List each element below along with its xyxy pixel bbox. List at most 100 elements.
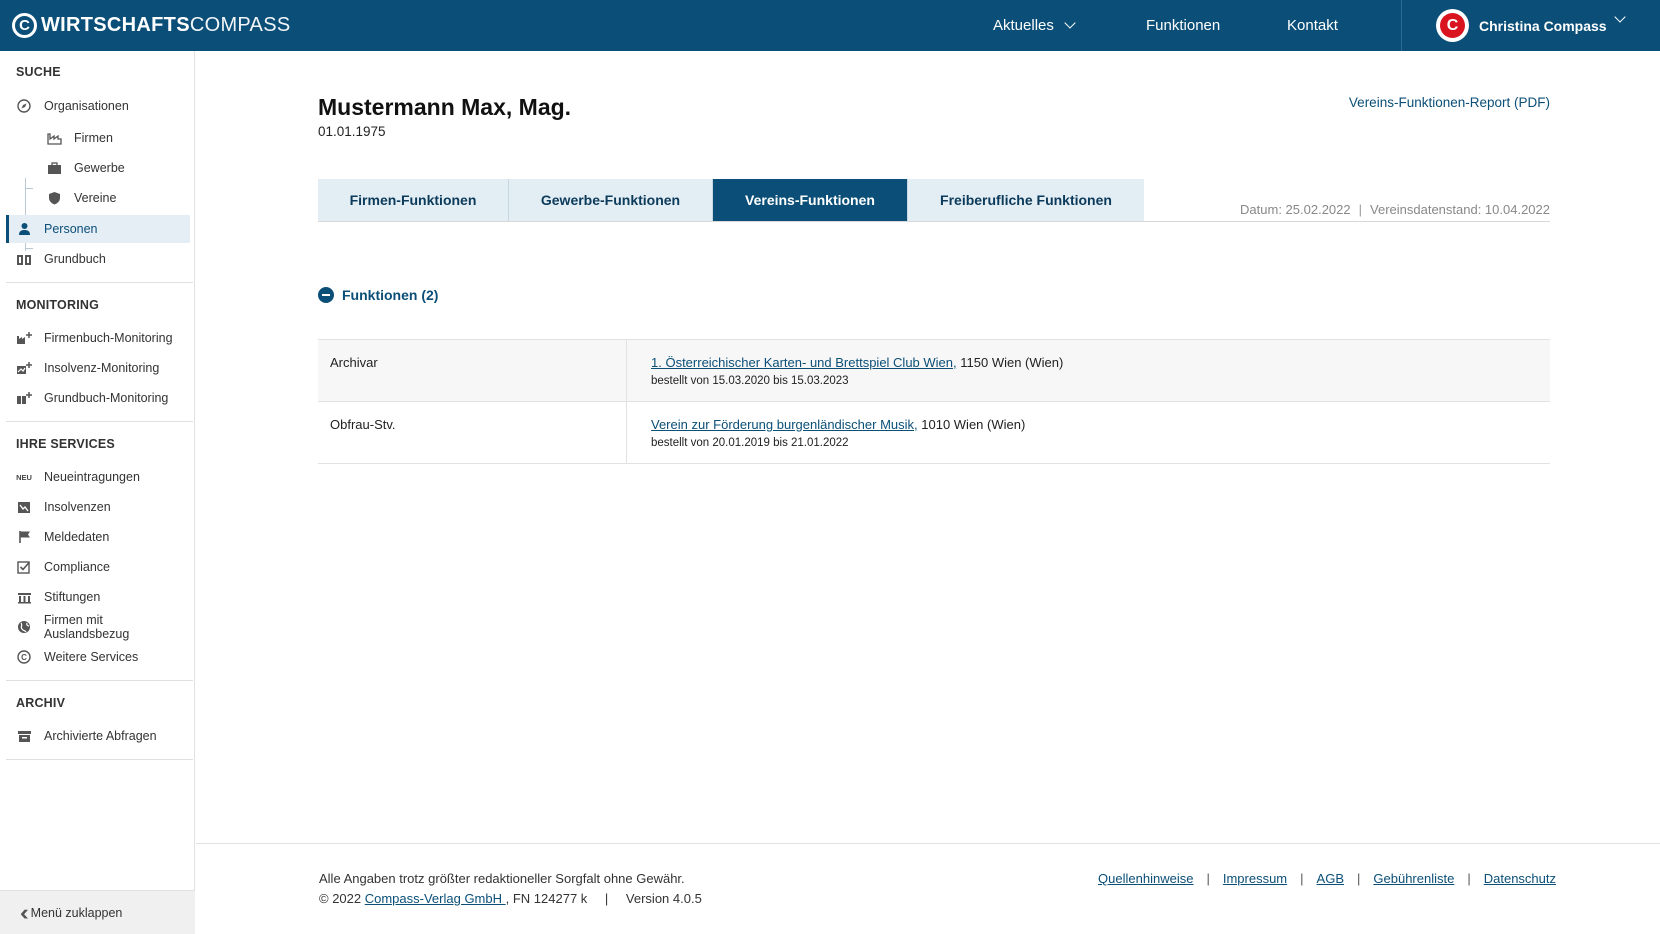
compass-icon <box>15 98 33 114</box>
sidebar-divider <box>6 282 193 283</box>
tab-firmen-funktionen[interactable]: Firmen-Funktionen <box>318 179 509 221</box>
tab-freiberufliche-funktionen[interactable]: Freiberufliche Funktionen <box>908 179 1144 221</box>
compass-c-icon: C <box>15 649 33 665</box>
footer-links: Quellenhinweise | Impressum | AGB | Gebü… <box>1098 871 1556 886</box>
sidebar-item-weitere-services[interactable]: C Weitere Services <box>6 643 190 671</box>
sidebar-item-grundbuch-monitoring[interactable]: Grundbuch-Monitoring <box>6 384 190 412</box>
sidebar-section-monitoring: MONITORING <box>16 298 100 312</box>
footer-disclaimer: Alle Angaben trotz größter redaktionelle… <box>319 871 685 886</box>
sidebar-item-stiftungen[interactable]: Stiftungen <box>6 583 190 611</box>
sidebar-item-label: Insolvenz-Monitoring <box>44 361 160 375</box>
shield-icon <box>45 190 63 206</box>
footer-link-quellenhinweise[interactable]: Quellenhinweise <box>1098 871 1193 886</box>
sidebar-item-firmenbuch-monitoring[interactable]: Firmenbuch-Monitoring <box>6 324 190 352</box>
archive-box-icon <box>15 728 33 744</box>
sidebar-item-label: Insolvenzen <box>44 500 111 514</box>
function-role: Archivar <box>318 340 627 401</box>
table-row: Obfrau-Stv. Verein zur Förderung burgenl… <box>318 402 1550 464</box>
collapse-menu-button[interactable]: ‹‹ Menü zuklappen <box>0 890 195 934</box>
nav-kontakt-label: Kontakt <box>1287 17 1338 34</box>
sidebar-item-organisationen[interactable]: Organisationen <box>6 92 190 120</box>
chevron-down-icon <box>1064 17 1076 29</box>
sidebar-item-grundbuch[interactable]: Grundbuch <box>6 245 190 273</box>
function-organisation: 1. Österreichischer Karten- und Brettspi… <box>627 340 1550 401</box>
datum-text: Datum: 25.02.2022 <box>1240 202 1351 217</box>
organisation-link[interactable]: Verein zur Förderung burgenländischer Mu… <box>651 417 918 432</box>
sidebar-section-services: IHRE SERVICES <box>16 437 115 451</box>
pdf-report-link[interactable]: Vereins-Funktionen-Report (PDF) <box>1349 95 1550 110</box>
nav-aktuelles-label: Aktuelles <box>993 17 1054 34</box>
version-separator: | <box>604 891 609 906</box>
sidebar-divider <box>6 680 193 681</box>
tabs-underline <box>318 221 1550 222</box>
sidebar-item-label: Firmen <box>74 131 113 145</box>
wirtschaftscompass-logo[interactable]: C WIRTSCHAFTS COMPASS <box>12 11 290 39</box>
sidebar-item-label: Meldedaten <box>44 530 110 544</box>
functions-section-title: Funktionen (2) <box>342 287 439 303</box>
chart-plus-icon <box>15 360 33 376</box>
function-role: Obfrau-Stv. <box>318 402 627 463</box>
sidebar-item-label: Personen <box>44 222 98 236</box>
footer-link-datenschutz[interactable]: Datenschutz <box>1484 871 1556 886</box>
factory-icon <box>45 130 63 146</box>
sidebar-divider <box>6 759 193 760</box>
sidebar-item-archivierte-abfragen[interactable]: Archivierte Abfragen <box>6 722 190 750</box>
nav-aktuelles[interactable]: Aktuelles <box>993 0 1076 51</box>
organisation-location: 1150 Wien (Wien) <box>956 355 1064 370</box>
nav-kontakt[interactable]: Kontakt <box>1287 0 1338 51</box>
sidebar-item-label: Grundbuch <box>44 252 106 266</box>
tab-vereins-funktionen[interactable]: Vereins-Funktionen <box>713 179 908 221</box>
data-date-info: Datum: 25.02.2022 | Vereinsdatenstand: 10.… <box>1240 202 1550 217</box>
sidebar-item-personen[interactable]: Personen <box>6 215 190 243</box>
sidebar-item-compliance[interactable]: Compliance <box>6 553 190 581</box>
briefcase-icon <box>45 160 63 176</box>
sidebar-section-suche: SUCHE <box>16 65 61 79</box>
copyright-suffix: , FN 124277 k <box>505 891 588 906</box>
sidebar-item-insolvenzen[interactable]: Insolvenzen <box>6 493 190 521</box>
sidebar-item-insolvenz-monitoring[interactable]: Insolvenz-Monitoring <box>6 354 190 382</box>
sidebar-item-label: Stiftungen <box>44 590 101 604</box>
company-link[interactable]: Compass-Verlag GmbH <box>365 891 506 906</box>
sidebar-item-label: Firmen mit Auslandsbezug <box>43 613 130 641</box>
sidebar-item-neueintragungen[interactable]: NEU Neueintragungen <box>6 463 190 491</box>
sidebar-item-label: Firmenbuch-Monitoring <box>44 331 173 345</box>
person-icon <box>15 221 33 237</box>
sidebar-item-label: Grundbuch-Monitoring <box>44 391 169 405</box>
sidebar-item-label: Gewerbe <box>74 161 125 175</box>
functions-table: Archivar 1. Österreichischer Karten- und… <box>318 339 1550 464</box>
nav-funktionen[interactable]: Funktionen <box>1146 0 1220 51</box>
sidebar-divider <box>6 421 193 422</box>
double-chevron-left-icon: ‹‹ <box>20 899 28 925</box>
sidebar-item-label: Weitere Services <box>44 650 139 664</box>
tab-gewerbe-funktionen[interactable]: Gewerbe-Funktionen <box>509 179 713 221</box>
function-period: bestellt von 20.01.2019 bis 21.01.2022 <box>651 437 849 449</box>
footer-link-impressum[interactable]: Impressum <box>1223 871 1287 886</box>
function-period: bestellt von 15.03.2020 bis 15.03.2023 <box>651 375 849 387</box>
footer-link-gebuehrenliste[interactable]: Gebührenliste <box>1373 871 1454 886</box>
footer-link-agb[interactable]: AGB <box>1317 871 1344 886</box>
flag-icon <box>15 529 33 545</box>
sidebar-item-auslandsbezug[interactable]: Firmen mit Auslandsbezug <box>6 613 190 641</box>
nav-funktionen-label: Funktionen <box>1146 17 1221 34</box>
sidebar-item-meldedaten[interactable]: Meldedaten <box>6 523 190 551</box>
table-row: Archivar 1. Österreichischer Karten- und… <box>318 340 1550 402</box>
checkbox-icon <box>15 559 33 575</box>
sidebar-item-gewerbe[interactable]: Gewerbe <box>6 154 190 182</box>
organisation-link[interactable]: 1. Österreichischer Karten- und Brettspi… <box>651 355 957 370</box>
chart-down-icon <box>15 499 33 515</box>
new-badge-icon: NEU <box>16 472 32 482</box>
footer-link-separator: | <box>1206 871 1210 886</box>
sidebar-item-firmen[interactable]: Firmen <box>6 124 190 152</box>
user-menu[interactable]: C Christina Compass <box>1401 0 1660 51</box>
version-text: Version 4.0.5 <box>625 891 702 906</box>
footer-link-separator: | <box>1467 871 1471 886</box>
book-plus-icon <box>15 390 33 406</box>
avatar: C <box>1436 9 1469 42</box>
sidebar-item-label: Compliance <box>44 560 111 574</box>
sidebar-item-label: Organisationen <box>44 99 129 113</box>
organisation-location: 1010 Wien (Wien) <box>917 417 1026 432</box>
sidebar-item-vereine[interactable]: Vereine <box>6 184 190 212</box>
institution-icon <box>15 589 33 605</box>
functions-section-toggle[interactable]: Funktionen (2) <box>318 287 438 303</box>
logo-text-light: COMPASS <box>189 13 291 36</box>
